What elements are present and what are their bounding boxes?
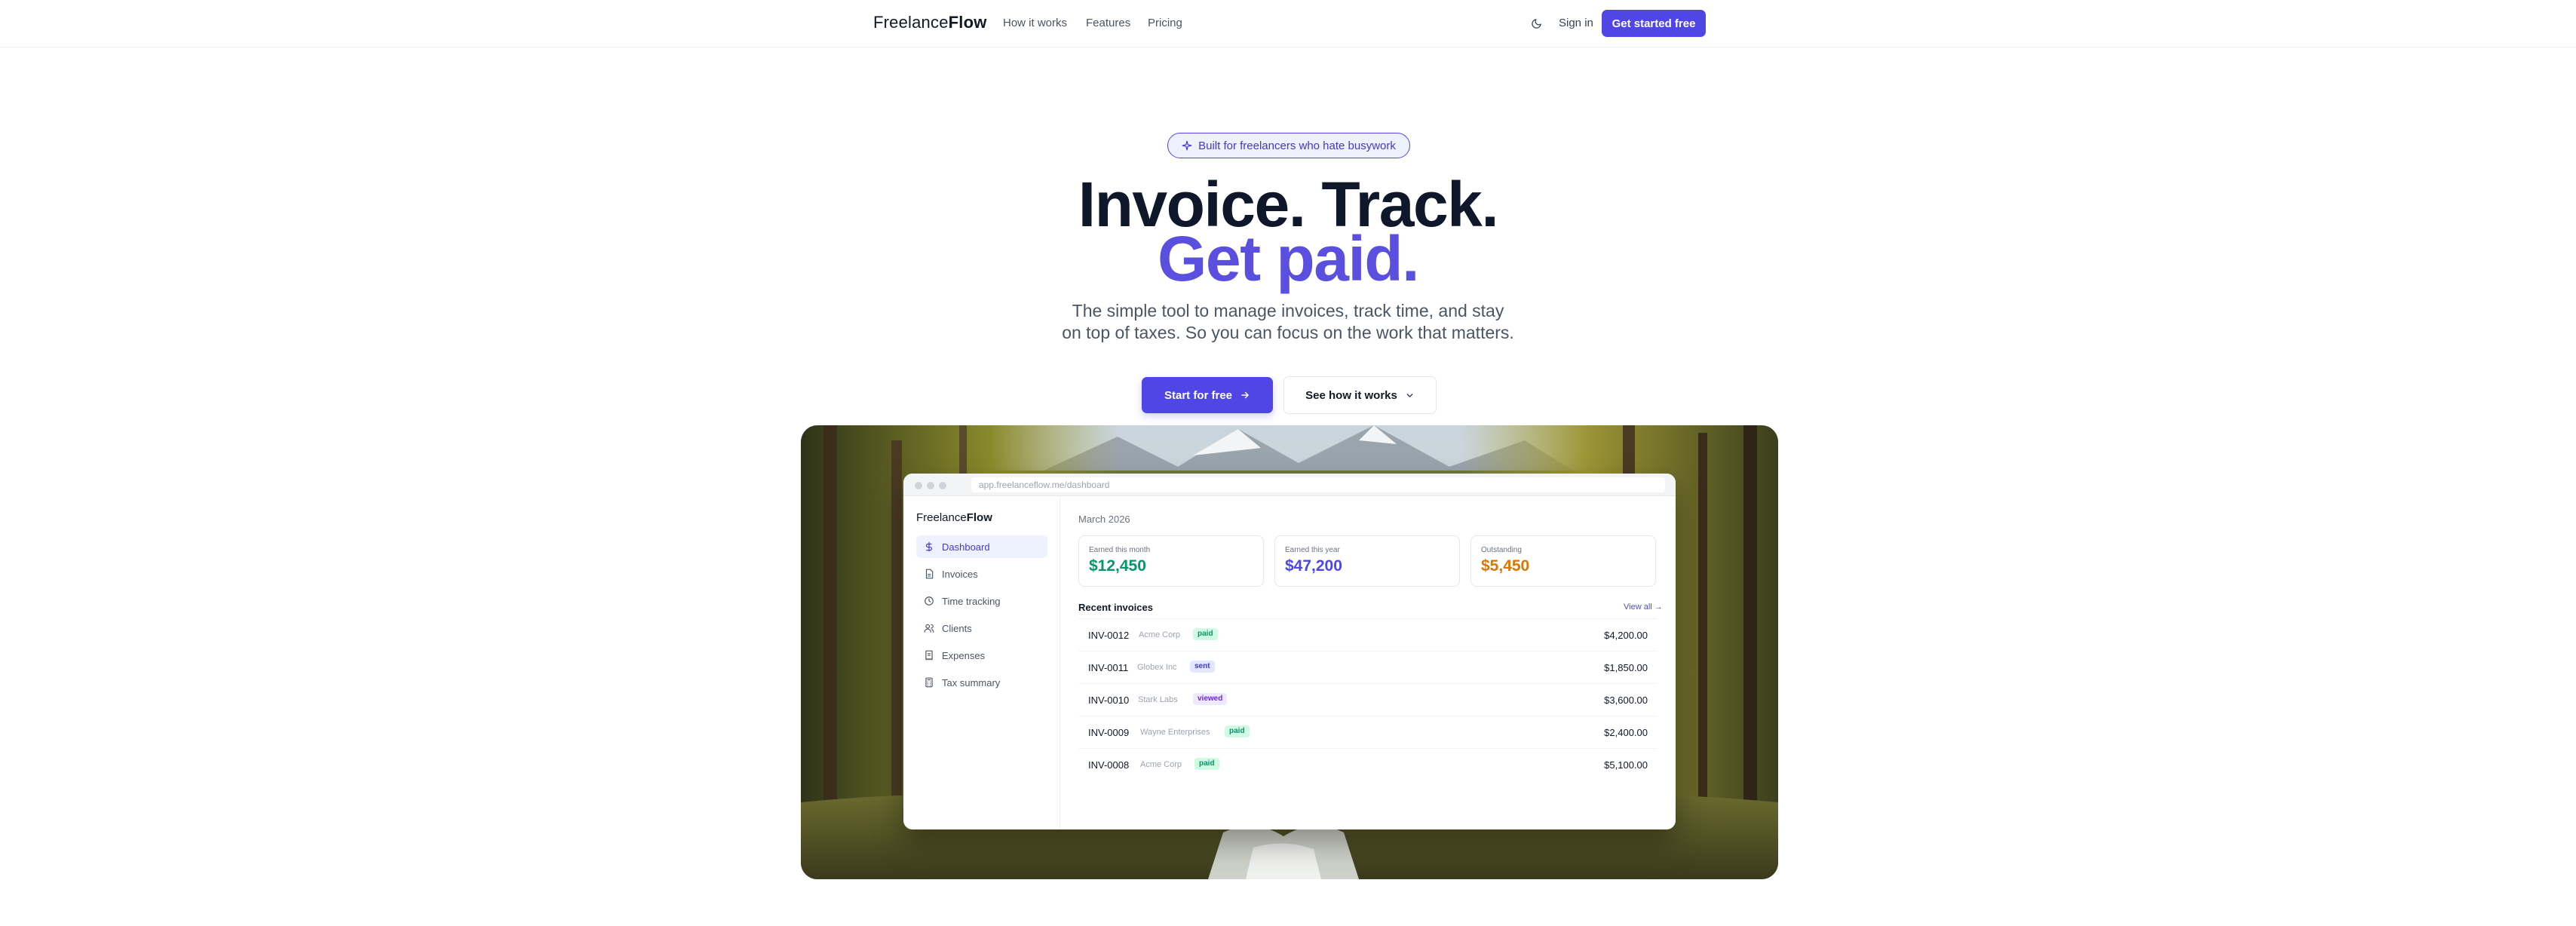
sidebar-item-label: Invoices xyxy=(942,568,978,580)
invoice-id: INV-0008 xyxy=(1088,759,1130,771)
browser-chrome: app.freelanceflow.me/dashboard xyxy=(903,474,1676,496)
invoice-amount: $1,850.00 xyxy=(1604,662,1648,673)
dashboard-logo-bold: Flow xyxy=(966,511,992,524)
window-dot-close xyxy=(915,482,922,489)
hero-badge: Built for freelancers who hate busywork xyxy=(1167,133,1410,158)
chevron-down-icon xyxy=(1406,393,1413,397)
top-nav: FreelanceFlow How it works Features Pric… xyxy=(0,0,2576,48)
recent-invoices-title: Recent invoices xyxy=(1078,602,1153,613)
dashboard-logo: FreelanceFlow xyxy=(916,511,992,524)
logo-text-bold: Flow xyxy=(948,13,987,32)
invoice-amount: $5,100.00 xyxy=(1604,759,1648,771)
hero-headline-line2: Get paid. xyxy=(1158,223,1419,294)
get-started-button[interactable]: Get started free xyxy=(1602,10,1706,37)
window-dot-maximize xyxy=(939,482,946,489)
status-badge: sent xyxy=(1190,661,1215,673)
table-row: INV-0009 Wayne Enterprises paid $2,400.0… xyxy=(1078,716,1658,747)
sign-in-link[interactable]: Sign in xyxy=(1559,17,1593,29)
stat-label: Earned this year xyxy=(1285,546,1340,554)
invoice-id: INV-0011 xyxy=(1088,662,1129,673)
dollar-icon xyxy=(925,541,933,552)
sidebar-item-invoices: Invoices xyxy=(916,563,1047,585)
dashboard-main: March 2026 Earned this month $12,450 Ear… xyxy=(1060,496,1676,829)
start-for-free-label: Start for free xyxy=(1164,388,1233,402)
invoice-id: INV-0009 xyxy=(1088,727,1130,738)
sidebar-item-expenses: Expenses xyxy=(916,644,1047,667)
sidebar-item-label: Expenses xyxy=(942,649,986,661)
table-row: INV-0010 Stark Labs viewed $3,600.00 xyxy=(1078,683,1658,715)
sidebar-item-label: Clients xyxy=(942,622,972,634)
address-bar: app.freelanceflow.me/dashboard xyxy=(971,477,1665,492)
brand-logo[interactable]: FreelanceFlow xyxy=(873,13,987,32)
status-badge: viewed xyxy=(1193,693,1228,705)
hero-subtitle: The simple tool to manage invoices, trac… xyxy=(1062,301,1514,342)
see-how-it-works-label: See how it works xyxy=(1305,388,1397,402)
arrow-right-icon xyxy=(1241,391,1249,399)
receipt-icon xyxy=(925,650,933,661)
invoice-client: Globex Inc xyxy=(1137,663,1177,672)
stat-card-year: Earned this year $47,200 xyxy=(1274,535,1460,587)
stat-card-outstanding: Outstanding $5,450 xyxy=(1470,535,1656,587)
stat-label: Outstanding xyxy=(1481,546,1522,554)
sidebar-item-label: Time tracking xyxy=(942,595,1001,607)
table-row: INV-0012 Acme Corp paid $4,200.00 xyxy=(1078,618,1658,650)
start-for-free-button[interactable]: Start for free xyxy=(1142,377,1273,413)
moon-icon xyxy=(1531,18,1541,29)
theme-toggle-button[interactable] xyxy=(1528,15,1544,32)
users-icon xyxy=(924,624,934,633)
invoice-client: Acme Corp xyxy=(1140,760,1182,769)
hero-badge-text: Built for freelancers who hate busywork xyxy=(1198,139,1396,152)
calculator-icon xyxy=(925,677,933,688)
view-all-link: View all → xyxy=(1624,603,1663,612)
nav-link-how-it-works[interactable]: How it works xyxy=(1003,17,1067,29)
sidebar-item-dashboard: Dashboard xyxy=(916,535,1047,558)
stat-card-month: Earned this month $12,450 xyxy=(1078,535,1264,587)
document-icon xyxy=(925,569,934,579)
invoice-client: Acme Corp xyxy=(1139,630,1181,639)
nav-link-pricing[interactable]: Pricing xyxy=(1148,17,1182,29)
clock-icon xyxy=(925,596,934,606)
dashboard-logo-light: Freelance xyxy=(916,511,967,524)
invoice-id: INV-0010 xyxy=(1088,694,1130,706)
nav-link-features[interactable]: Features xyxy=(1086,17,1130,29)
see-how-it-works-button[interactable]: See how it works xyxy=(1283,376,1437,414)
stat-label: Earned this month xyxy=(1089,546,1151,554)
sidebar-item-label: Tax summary xyxy=(942,676,1001,688)
status-badge: paid xyxy=(1193,628,1218,640)
status-badge: paid xyxy=(1225,725,1250,737)
invoice-amount: $3,600.00 xyxy=(1604,694,1648,706)
period-label: March 2026 xyxy=(1078,514,1130,525)
table-row: INV-0011 Globex Inc sent $1,850.00 xyxy=(1078,651,1658,682)
invoice-client: Stark Labs xyxy=(1138,695,1178,704)
sidebar-item-clients: Clients xyxy=(916,617,1047,639)
invoice-amount: $4,200.00 xyxy=(1604,630,1648,641)
window-dot-minimize xyxy=(927,482,934,489)
sidebar-item-tax-summary: Tax summary xyxy=(916,671,1047,694)
table-row: INV-0008 Acme Corp paid $5,100.00 xyxy=(1078,748,1658,780)
status-badge: paid xyxy=(1194,758,1219,770)
sparkle-icon xyxy=(1182,140,1192,151)
stat-value: $47,200 xyxy=(1285,557,1342,575)
invoice-client: Wayne Enterprises xyxy=(1140,728,1210,737)
stat-value: $5,450 xyxy=(1481,557,1530,575)
invoice-amount: $2,400.00 xyxy=(1604,727,1648,738)
stat-value: $12,450 xyxy=(1089,557,1146,575)
logo-text-light: Freelance xyxy=(873,13,949,32)
invoice-id: INV-0012 xyxy=(1088,630,1130,641)
dashboard-sidebar: FreelanceFlow Dashboard Invoices Time tr… xyxy=(903,496,1060,829)
dashboard-preview: app.freelanceflow.me/dashboard Freelance… xyxy=(903,474,1676,829)
sidebar-item-label: Dashboard xyxy=(942,541,990,553)
sidebar-item-time-tracking: Time tracking xyxy=(916,590,1047,612)
